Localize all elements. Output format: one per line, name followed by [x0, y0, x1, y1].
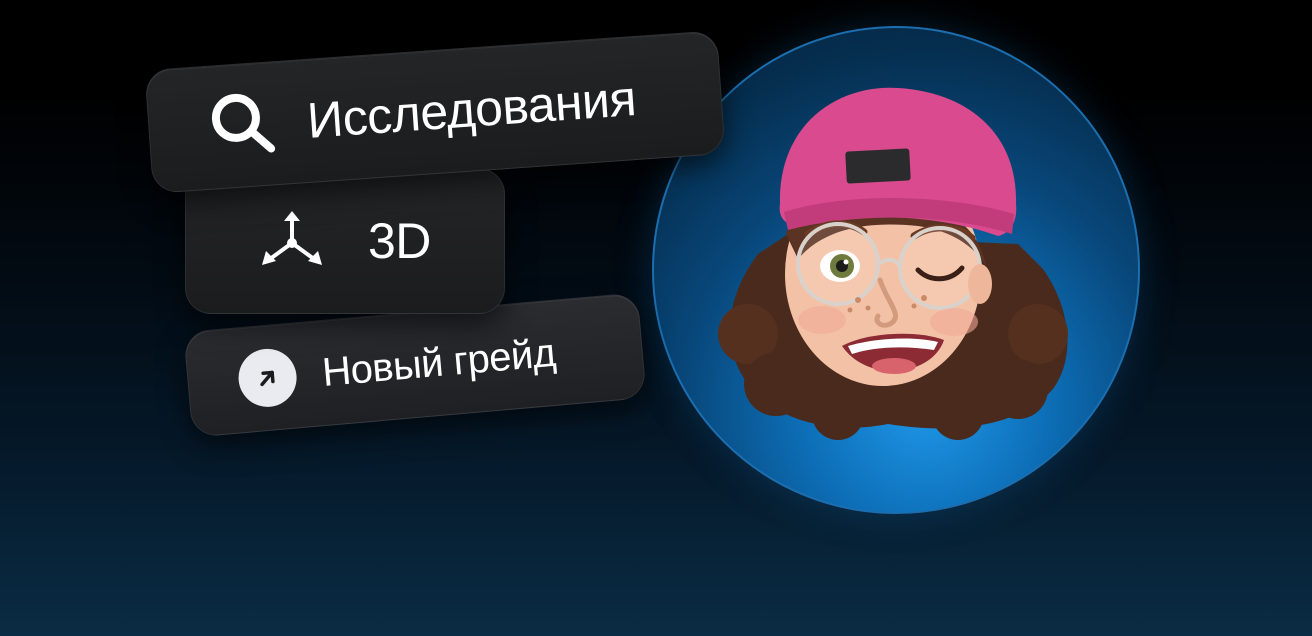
3d-label: 3D: [368, 213, 431, 269]
3d-chip[interactable]: 3D: [185, 168, 505, 314]
new-grade-chip[interactable]: Новый грейд: [183, 292, 647, 438]
arrow-up-right-icon: [236, 346, 299, 410]
new-grade-label: Новый грейд: [320, 330, 558, 395]
memoji-avatar: [718, 87, 1068, 440]
research-label: Исследования: [305, 70, 638, 149]
research-chip[interactable]: Исследования: [144, 30, 726, 194]
search-icon: [205, 86, 280, 166]
axes-3d-icon: [256, 203, 328, 280]
